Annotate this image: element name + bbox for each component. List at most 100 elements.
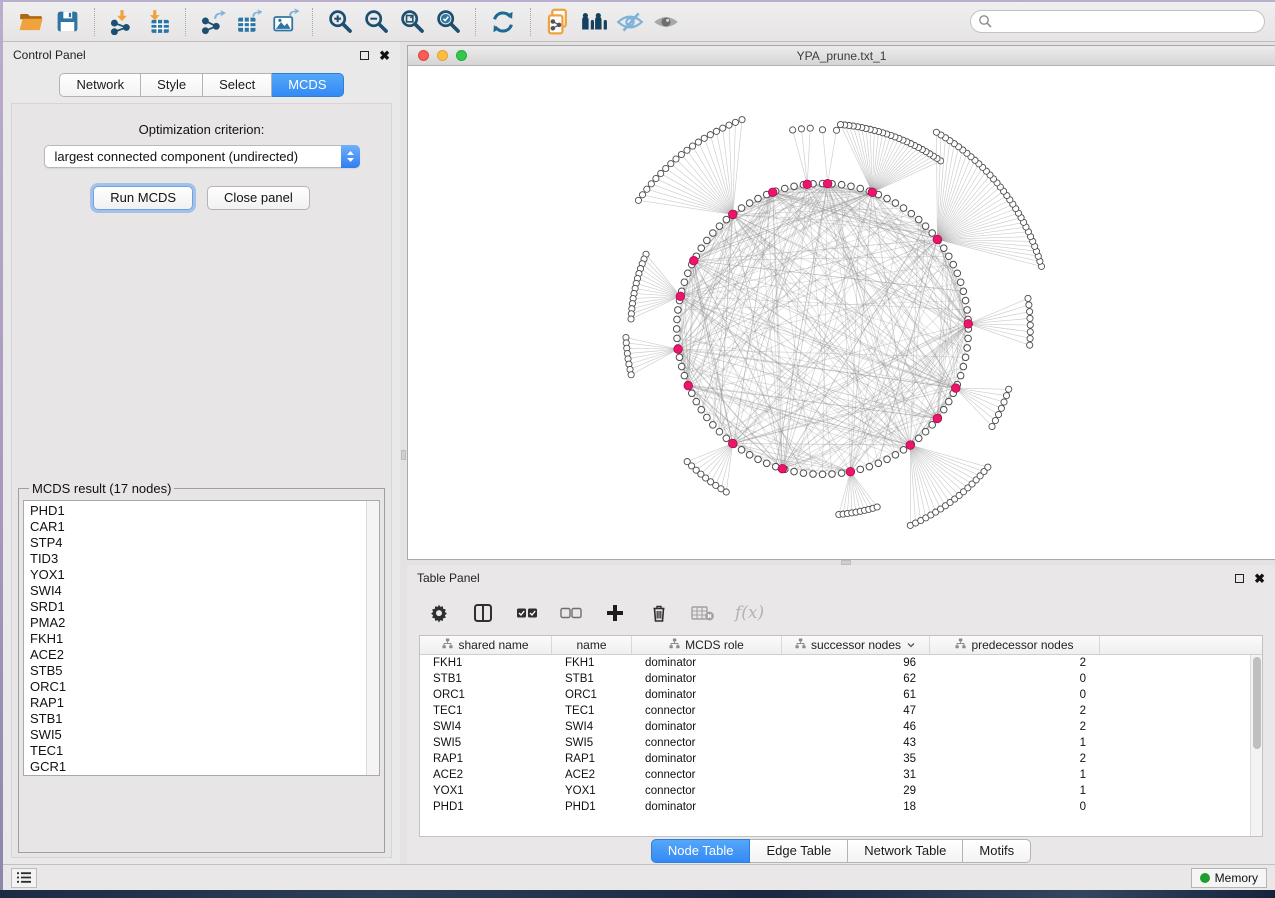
mcds-result-item[interactable]: STB5 bbox=[30, 663, 379, 679]
leaf-node[interactable] bbox=[653, 175, 659, 181]
leaf-node[interactable] bbox=[628, 316, 634, 322]
ring-node[interactable] bbox=[819, 471, 826, 478]
ring-node[interactable] bbox=[681, 279, 688, 286]
show-all-icon[interactable] bbox=[648, 5, 684, 39]
memory-button[interactable]: Memory bbox=[1191, 868, 1267, 888]
refresh-icon[interactable] bbox=[485, 5, 521, 39]
leaf-node[interactable] bbox=[635, 197, 641, 203]
mcds-hub-node[interactable] bbox=[823, 179, 832, 188]
ring-node[interactable] bbox=[929, 422, 936, 429]
ring-node[interactable] bbox=[908, 210, 915, 217]
ring-node[interactable] bbox=[857, 466, 864, 473]
leaf-node[interactable] bbox=[995, 411, 1001, 417]
leaf-node[interactable] bbox=[1027, 315, 1033, 321]
ring-node[interactable] bbox=[962, 297, 969, 304]
ring-node[interactable] bbox=[723, 435, 730, 442]
ring-node[interactable] bbox=[684, 270, 691, 277]
network-from-selection-icon[interactable] bbox=[540, 5, 576, 39]
leaf-node[interactable] bbox=[695, 139, 701, 145]
leaf-node[interactable] bbox=[1001, 399, 1007, 405]
tab-node-table[interactable]: Node Table bbox=[651, 839, 751, 863]
ring-node[interactable] bbox=[965, 335, 972, 342]
leaf-node[interactable] bbox=[1027, 322, 1033, 328]
vertical-splitter[interactable] bbox=[400, 42, 407, 864]
column-header-shared-name[interactable]: shared name bbox=[420, 636, 552, 654]
leaf-node[interactable] bbox=[658, 170, 664, 176]
float-panel-icon[interactable] bbox=[1235, 574, 1244, 583]
ring-node[interactable] bbox=[755, 195, 762, 202]
leaf-node[interactable] bbox=[833, 127, 839, 133]
ring-node[interactable] bbox=[929, 230, 936, 237]
ring-node[interactable] bbox=[964, 345, 971, 352]
ring-node[interactable] bbox=[875, 460, 882, 467]
tab-edge-table[interactable]: Edge Table bbox=[750, 839, 848, 863]
ring-node[interactable] bbox=[755, 456, 762, 463]
ring-node[interactable] bbox=[838, 470, 845, 477]
leaf-node[interactable] bbox=[732, 119, 738, 125]
ring-node[interactable] bbox=[781, 185, 788, 192]
column-header-MCDS-role[interactable]: MCDS role bbox=[632, 636, 782, 654]
gear-icon[interactable] bbox=[427, 601, 451, 625]
leaf-node[interactable] bbox=[790, 127, 796, 133]
ring-node[interactable] bbox=[693, 398, 700, 405]
ring-node[interactable] bbox=[676, 354, 683, 361]
mcds-result-item[interactable]: PHD1 bbox=[30, 503, 379, 519]
table-row[interactable]: SWI4SWI4dominator462 bbox=[420, 719, 1262, 735]
export-network-icon[interactable] bbox=[195, 5, 231, 39]
ring-node[interactable] bbox=[678, 363, 685, 370]
table-row[interactable]: RAP1RAP1dominator352 bbox=[420, 751, 1262, 767]
export-table-icon[interactable] bbox=[231, 5, 267, 39]
mcds-hub-node[interactable] bbox=[964, 320, 973, 329]
list-scrollbar[interactable] bbox=[366, 501, 379, 775]
mcds-hub-node[interactable] bbox=[684, 381, 693, 390]
mcds-hub-node[interactable] bbox=[728, 210, 737, 219]
leaf-node[interactable] bbox=[628, 372, 634, 378]
mcds-hub-node[interactable] bbox=[933, 235, 942, 244]
task-history-button[interactable] bbox=[11, 868, 37, 888]
mcds-result-item[interactable]: ORC1 bbox=[30, 679, 379, 695]
ring-node[interactable] bbox=[838, 181, 845, 188]
criterion-dropdown[interactable]: largest connected component (undirected) bbox=[44, 145, 360, 168]
leaf-node[interactable] bbox=[689, 143, 695, 149]
ring-node[interactable] bbox=[892, 452, 899, 459]
table-row[interactable]: STB1STB1dominator620 bbox=[420, 671, 1262, 687]
leaf-node[interactable] bbox=[1026, 309, 1032, 315]
horizontal-splitter[interactable] bbox=[407, 560, 1275, 565]
tab-network[interactable]: Network bbox=[59, 73, 141, 97]
mcds-result-item[interactable]: CAR1 bbox=[30, 519, 379, 535]
tab-mcds[interactable]: MCDS bbox=[272, 73, 343, 97]
ring-node[interactable] bbox=[960, 288, 967, 295]
run-mcds-button[interactable]: Run MCDS bbox=[93, 186, 193, 210]
mcds-result-item[interactable]: TID3 bbox=[30, 551, 379, 567]
leaf-node[interactable] bbox=[992, 417, 998, 423]
ring-node[interactable] bbox=[957, 279, 964, 286]
leaf-node[interactable] bbox=[1006, 386, 1012, 392]
ring-node[interactable] bbox=[675, 307, 682, 314]
ring-node[interactable] bbox=[738, 447, 745, 454]
mcds-hub-node[interactable] bbox=[676, 292, 685, 301]
import-network-icon[interactable] bbox=[104, 5, 140, 39]
ring-node[interactable] bbox=[673, 326, 680, 333]
column-header-name[interactable]: name bbox=[552, 636, 632, 654]
mcds-hub-node[interactable] bbox=[728, 439, 737, 448]
leaf-node[interactable] bbox=[723, 489, 729, 495]
mcds-hub-node[interactable] bbox=[689, 256, 698, 265]
zoom-in-icon[interactable] bbox=[322, 5, 358, 39]
leaf-node[interactable] bbox=[639, 192, 645, 198]
ring-node[interactable] bbox=[950, 261, 957, 268]
leaf-node[interactable] bbox=[644, 186, 650, 192]
leaf-node[interactable] bbox=[1026, 302, 1032, 308]
ring-node[interactable] bbox=[674, 335, 681, 342]
ring-node[interactable] bbox=[857, 185, 864, 192]
leaf-node[interactable] bbox=[798, 126, 804, 132]
function-builder-icon[interactable]: f(x) bbox=[735, 603, 764, 623]
ring-node[interactable] bbox=[960, 363, 967, 370]
leaf-node[interactable] bbox=[933, 129, 939, 135]
mcds-result-item[interactable]: SRD1 bbox=[30, 599, 379, 615]
mcds-result-item[interactable]: SWI5 bbox=[30, 727, 379, 743]
leaf-node[interactable] bbox=[837, 121, 843, 127]
table-row[interactable]: SWI5SWI5connector431 bbox=[420, 735, 1262, 751]
ring-node[interactable] bbox=[674, 316, 681, 323]
ring-node[interactable] bbox=[698, 245, 705, 252]
first-neighbors-icon[interactable] bbox=[576, 5, 612, 39]
